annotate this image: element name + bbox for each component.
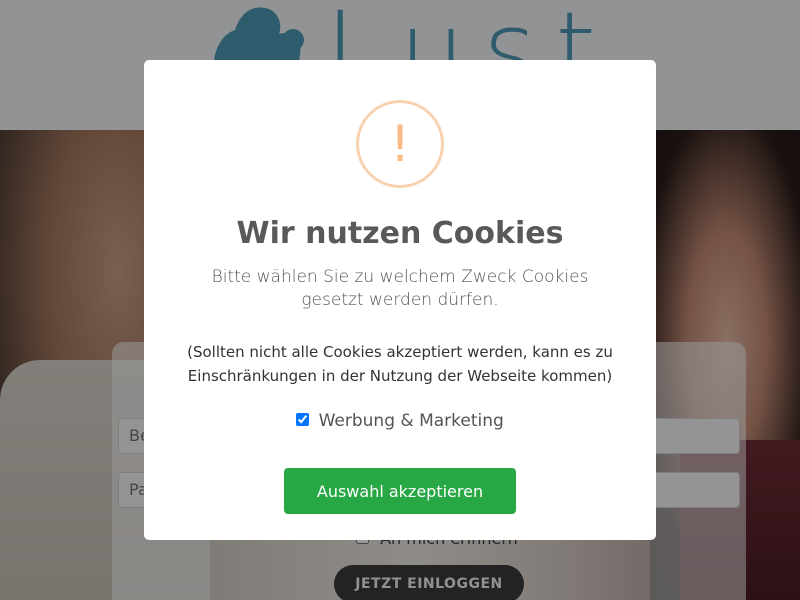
warning-icon: ! — [356, 100, 444, 188]
cookie-dialog-note: (Sollten nicht alle Cookies akzeptiert w… — [187, 343, 613, 385]
cookie-dialog-text: Bitte wählen Sie zu welchem Zweck Cookie… — [211, 267, 589, 310]
accept-cookies-button[interactable]: Auswahl akzeptieren — [284, 468, 516, 514]
consent-marketing[interactable]: Werbung & Marketing — [144, 411, 656, 431]
cookie-dialog: ! Wir nutzen Cookies Bitte wählen Sie zu… — [144, 60, 656, 540]
consent-marketing-checkbox[interactable] — [296, 413, 310, 426]
consent-marketing-label: Werbung & Marketing — [318, 411, 504, 431]
cookie-dialog-title: Wir nutzen Cookies — [236, 216, 564, 251]
page: Lust An mich erinnern JETZT EINLOGGEN ! … — [0, 0, 800, 600]
